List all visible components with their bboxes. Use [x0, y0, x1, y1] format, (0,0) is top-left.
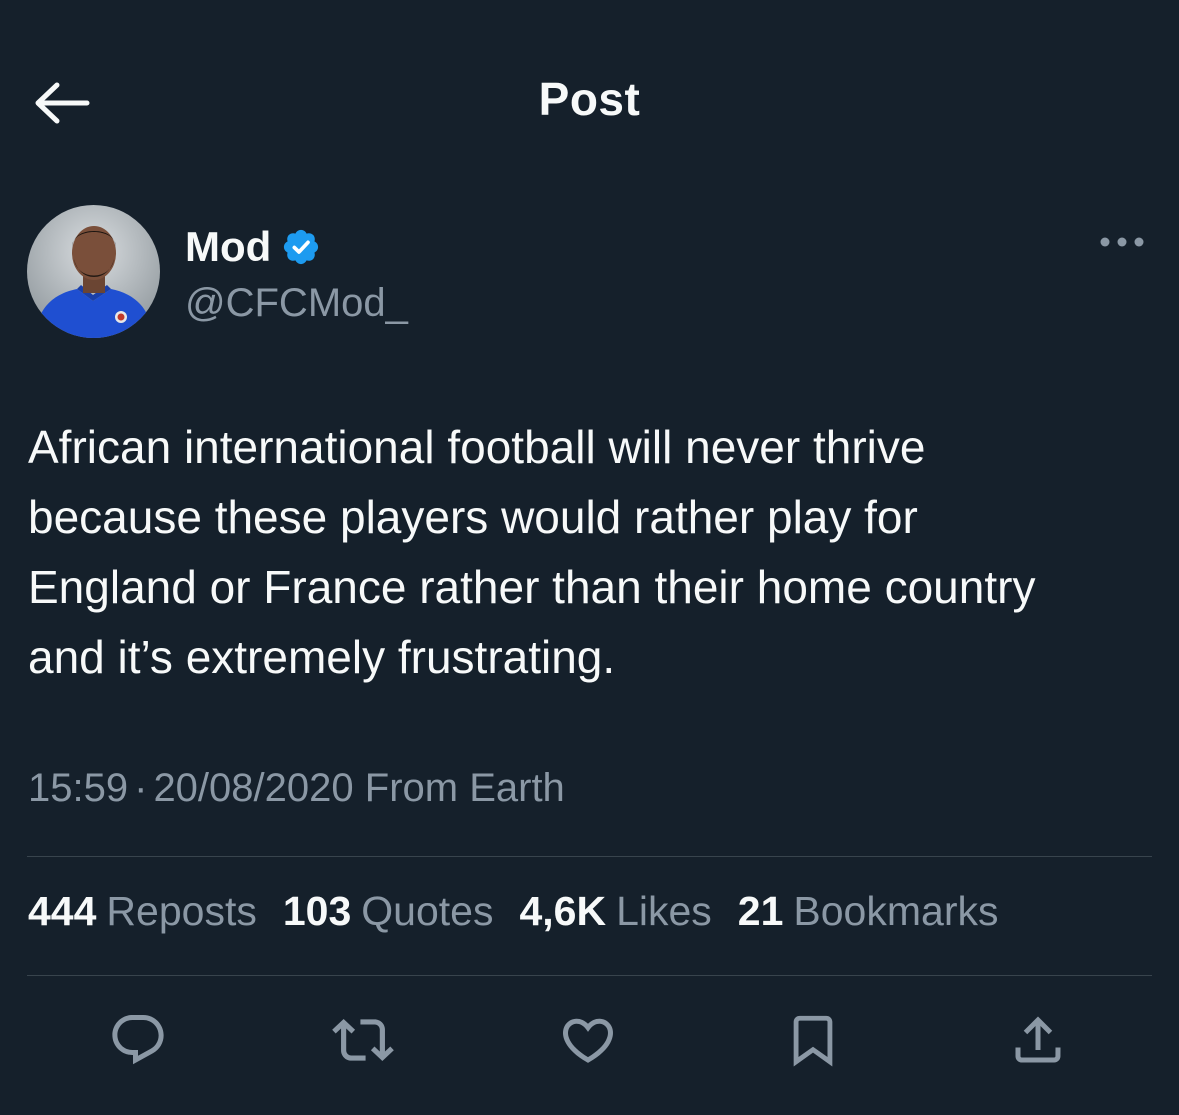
share-icon: [1015, 1016, 1061, 1063]
page-title: Post: [538, 73, 641, 125]
post-time[interactable]: 15:59: [28, 766, 128, 810]
top-bar: Post: [0, 0, 1179, 205]
likes-count: 4,6K: [519, 888, 607, 934]
post-text: African international football will neve…: [28, 421, 1036, 683]
reposts-stat[interactable]: 444 Reposts: [28, 888, 257, 935]
more-options-button[interactable]: [1097, 227, 1147, 257]
repost-icon: [332, 1019, 394, 1061]
like-icon: [562, 1018, 614, 1063]
bookmark-icon: [793, 1015, 833, 1067]
share-button[interactable]: [1003, 1005, 1073, 1075]
verified-badge-icon: [284, 229, 319, 265]
likes-stat[interactable]: 4,6K Likes: [519, 888, 711, 935]
quotes-label: Quotes: [361, 888, 494, 934]
more-horizontal-icon: [1100, 237, 1144, 247]
post-source: From Earth: [364, 766, 565, 810]
post-date[interactable]: 20/08/2020: [153, 766, 353, 810]
bookmarks-stat[interactable]: 21 Bookmarks: [738, 888, 999, 935]
divider: [27, 856, 1152, 857]
likes-label: Likes: [616, 888, 712, 934]
repost-button[interactable]: [328, 1005, 398, 1075]
bookmark-button[interactable]: [778, 1005, 848, 1075]
reply-icon: [112, 1015, 164, 1065]
like-button[interactable]: [553, 1005, 623, 1075]
display-name-row[interactable]: Mod: [185, 223, 321, 271]
avatar[interactable]: [27, 205, 160, 338]
quotes-count: 103: [282, 888, 352, 934]
bookmarks-count: 21: [737, 888, 784, 934]
reposts-label: Reposts: [106, 888, 257, 934]
engagement-stats: 444 Reposts 103 Quotes 4,6K Likes 21 Bookmar…: [28, 888, 1024, 935]
action-bar: [0, 1005, 1179, 1075]
reply-button[interactable]: [103, 1005, 173, 1075]
divider: [27, 975, 1152, 976]
meta-separator: ·: [134, 766, 148, 810]
post-meta: 15:59 · 20/08/2020 From Earth: [28, 766, 565, 811]
post-author: Mod @CFCMod_: [27, 205, 1152, 340]
reposts-count: 444: [28, 888, 97, 934]
bookmarks-label: Bookmarks: [793, 888, 999, 934]
quotes-stat[interactable]: 103 Quotes: [283, 888, 494, 935]
display-name: Mod: [185, 223, 272, 270]
user-handle[interactable]: @CFCMod_: [185, 281, 408, 326]
